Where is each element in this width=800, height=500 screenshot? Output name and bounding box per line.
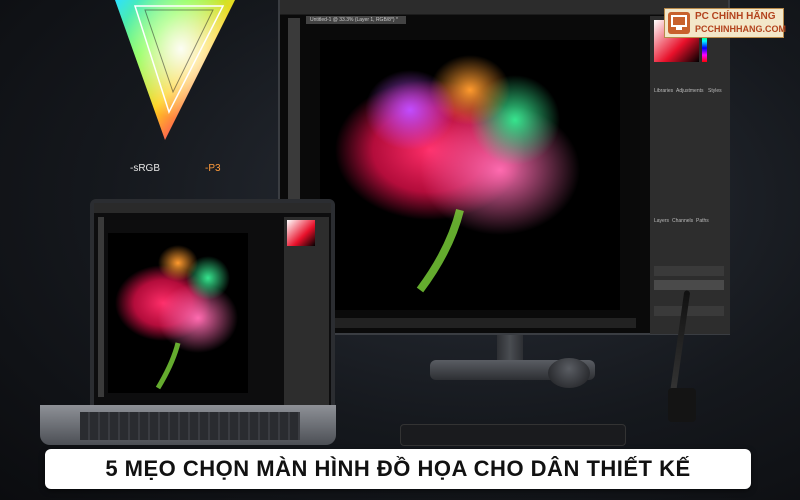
srgb-label: -sRGB bbox=[130, 163, 160, 174]
p3-label: -P3 bbox=[205, 163, 221, 174]
pc-logo-icon bbox=[668, 12, 690, 34]
laptop-ps-toolbar bbox=[94, 203, 331, 213]
tab-layers[interactable]: Layers bbox=[654, 218, 669, 224]
photoshop-canvas bbox=[320, 40, 620, 310]
logo-website: PCCHINHHANG.COM bbox=[695, 24, 786, 34]
gamut-triangle-graphic bbox=[115, 0, 235, 140]
drawing-tablet bbox=[400, 424, 626, 446]
photoshop-options-bar bbox=[280, 0, 728, 15]
pen-holder bbox=[668, 388, 696, 422]
hotkey-puck bbox=[548, 358, 590, 388]
layer-row[interactable] bbox=[654, 306, 724, 316]
tab-adjustments[interactable]: Adjustments bbox=[676, 88, 704, 94]
desktop-monitor: Untitled-1 @ 33.3% (Layer 1, RGB/8*) * L… bbox=[278, 0, 730, 335]
layer-row[interactable] bbox=[654, 266, 724, 276]
laptop-ps-tools bbox=[98, 217, 104, 397]
laptop-ps-panels bbox=[284, 217, 329, 407]
brand-logo[interactable]: PC CHÍNH HÃNG PCCHINHHANG.COM bbox=[664, 8, 786, 38]
tab-styles[interactable]: Styles bbox=[708, 88, 722, 94]
photoshop-status-bar bbox=[306, 318, 636, 328]
logo-brand-name: PC CHÍNH HÃNG bbox=[695, 11, 776, 22]
tab-channels[interactable]: Channels bbox=[672, 218, 693, 224]
title-banner: 5 MẸO CHỌN MÀN HÌNH ĐỒ HỌA CHO DÂN THIẾT… bbox=[45, 449, 751, 489]
laptop-ps-canvas bbox=[108, 233, 248, 393]
color-gamut-diagram: -sRGB -P3 bbox=[95, 0, 265, 174]
document-tab[interactable]: Untitled-1 @ 33.3% (Layer 1, RGB/8*) * bbox=[306, 16, 406, 24]
color-powder-explosion-image bbox=[335, 55, 580, 293]
layer-row[interactable] bbox=[654, 280, 724, 290]
laptop-color-swatch bbox=[287, 220, 315, 246]
tab-paths[interactable]: Paths bbox=[696, 218, 709, 224]
laptop-screen bbox=[90, 199, 335, 411]
laptop-keyboard bbox=[80, 412, 300, 440]
laptop-powder-image bbox=[115, 245, 238, 390]
photoshop-right-panels[interactable]: Libraries Adjustments Styles Layers Chan… bbox=[650, 16, 730, 334]
tab-libraries[interactable]: Libraries bbox=[654, 88, 673, 94]
